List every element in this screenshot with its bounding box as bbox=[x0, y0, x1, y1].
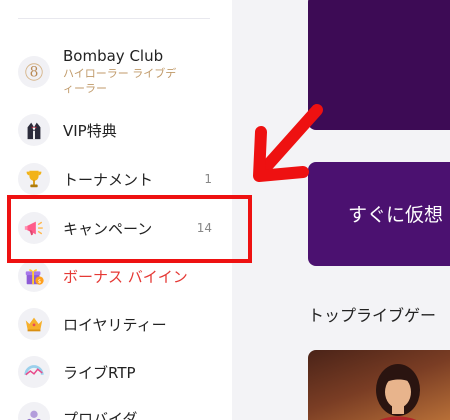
highlight-box bbox=[7, 195, 252, 263]
sidebar-item-bombay-club[interactable]: 8 Bombay Club ハイローラー ライブディーラー bbox=[18, 46, 218, 96]
rtp-gauge-icon bbox=[18, 356, 50, 388]
dealer-portrait-image bbox=[376, 364, 420, 420]
provider-icon bbox=[18, 402, 50, 420]
sidebar-item-label: トーナメント bbox=[63, 170, 154, 189]
red-arrow-icon bbox=[253, 104, 323, 182]
sidebar-item-vip[interactable]: VIP特典 bbox=[18, 114, 218, 146]
gift-box-icon: $ bbox=[18, 260, 50, 292]
svg-text:8: 8 bbox=[30, 65, 39, 81]
sidebar-item-sublabel: ハイローラー ライブディーラー bbox=[63, 67, 177, 95]
sidebar-item-label: ロイヤリティー bbox=[63, 315, 167, 334]
tournament-count-badge: 1 bbox=[204, 172, 212, 186]
crown-icon bbox=[18, 308, 50, 340]
top-live-games-heading: トップライブゲー bbox=[308, 306, 437, 325]
trophy-icon bbox=[18, 163, 50, 195]
sidebar-item-bonus-buyin[interactable]: $ ボーナス バイイン bbox=[18, 260, 218, 292]
sidebar-item-label: プロバイダ bbox=[63, 409, 138, 420]
sidebar-item-label: ボーナス バイイン bbox=[63, 267, 188, 286]
live-game-thumbnail[interactable] bbox=[308, 350, 450, 420]
sidebar-item-label: ライブRTP bbox=[63, 363, 136, 382]
promo-banner-text: すぐに仮想 bbox=[348, 204, 444, 226]
tuxedo-icon bbox=[18, 114, 50, 146]
sidebar-item-loyalty[interactable]: ロイヤリティー bbox=[18, 308, 218, 340]
sidebar-item-label: Bombay Club bbox=[63, 47, 164, 65]
sidebar-item-tournament[interactable]: トーナメント 1 bbox=[18, 163, 218, 195]
svg-text:$: $ bbox=[38, 279, 42, 285]
sidebar-item-label: VIP特典 bbox=[63, 121, 117, 140]
bombay-club-logo-icon: 8 bbox=[18, 56, 50, 88]
sidebar-item-live-rtp[interactable]: ライブRTP bbox=[18, 356, 218, 388]
sidebar-divider bbox=[18, 18, 210, 19]
sidebar-item-provider[interactable]: プロバイダ bbox=[18, 402, 218, 420]
